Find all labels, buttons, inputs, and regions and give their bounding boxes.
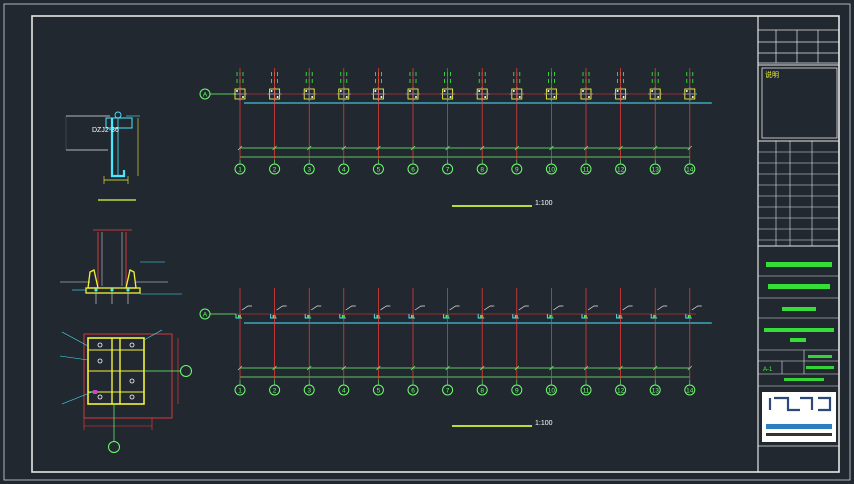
column-base-symbol xyxy=(408,305,425,319)
column-base-symbol xyxy=(685,305,702,319)
column-axis-label: 2 xyxy=(273,166,277,173)
sheet-outer-frame xyxy=(3,3,851,481)
plan-1: 1 2 3 4 5 6 7 8 9 10 11 12 13 14 A 1:100 xyxy=(199,68,712,207)
column-axis-label: 12 xyxy=(617,166,625,173)
column-axis-label: 9 xyxy=(515,387,519,394)
column-axis-label: 4 xyxy=(342,166,346,173)
section-detail: DZJ2-36 xyxy=(65,111,140,201)
revision-table xyxy=(758,29,839,64)
plan-2: 1 2 3 4 5 6 7 8 9 10 11 12 13 14 A 1:100 xyxy=(199,288,712,427)
column-axis-label: 3 xyxy=(307,387,311,394)
column-axis-label: 3 xyxy=(307,166,311,173)
column-axis-label: 11 xyxy=(583,387,590,394)
column-axis-label: 1 xyxy=(238,387,242,394)
base-elevation-detail xyxy=(60,229,182,304)
column-axis-label: 7 xyxy=(446,166,450,173)
column-axis-label: 10 xyxy=(548,387,556,394)
column-base-symbol xyxy=(616,305,633,319)
column-axis-label: 14 xyxy=(686,166,694,173)
column-axis-label: 13 xyxy=(652,387,660,394)
scale-label: 1:100 xyxy=(535,200,553,207)
column-base-symbol xyxy=(477,305,495,319)
column-axis-label: 8 xyxy=(480,166,484,173)
drawing-border xyxy=(31,15,840,473)
column-base-symbol xyxy=(235,305,252,319)
base-plan-detail xyxy=(59,329,192,453)
section-label: DZJ2-36 xyxy=(92,127,119,134)
column-axis-label: 5 xyxy=(377,387,381,394)
project-info-rows xyxy=(758,262,839,351)
scale-label: 1:100 xyxy=(535,420,553,427)
title-block: 说明 A-1 xyxy=(757,16,839,472)
column-base-symbol xyxy=(650,305,668,319)
column-axis-label: 14 xyxy=(686,387,694,394)
column-axis-label: 10 xyxy=(548,166,556,173)
row-axis-a-label: A xyxy=(203,312,208,319)
column-axis-label: 11 xyxy=(583,166,590,173)
notes-header: 说明 xyxy=(765,70,779,79)
column-axis-label: 4 xyxy=(342,387,346,394)
sheet-code: A-1 xyxy=(763,367,773,373)
column-base-symbol xyxy=(512,305,529,319)
axis-bubble-icon xyxy=(180,365,192,377)
column-axis-label: 13 xyxy=(652,166,660,173)
column-axis-label: 7 xyxy=(446,387,450,394)
row-axis-a-label: A xyxy=(203,92,208,99)
column-base-symbol xyxy=(270,305,287,319)
column-axis-label: 8 xyxy=(480,387,484,394)
column-axis-label: 9 xyxy=(515,166,519,173)
cad-drawing-canvas: 说明 A-1 1 2 3 4 5 6 7 8 9 10 11 12 13 14 … xyxy=(3,3,851,481)
column-axis-label: 6 xyxy=(411,166,415,173)
column-base-symbol xyxy=(373,305,391,319)
column-axis-label: 1 xyxy=(238,166,242,173)
signature-grid xyxy=(758,141,839,246)
column-base-symbol xyxy=(546,305,564,319)
column-axis-label: 2 xyxy=(273,387,277,394)
column-base-symbol xyxy=(443,305,460,319)
column-axis-label: 5 xyxy=(377,166,381,173)
column-base-symbol xyxy=(304,305,322,319)
column-base-symbol xyxy=(581,305,598,319)
axis-bubble-icon xyxy=(108,441,120,453)
company-logo-icon xyxy=(762,392,836,442)
column-base-symbol xyxy=(339,305,356,319)
column-axis-label: 6 xyxy=(411,387,415,394)
column-axis-label: 12 xyxy=(617,387,625,394)
